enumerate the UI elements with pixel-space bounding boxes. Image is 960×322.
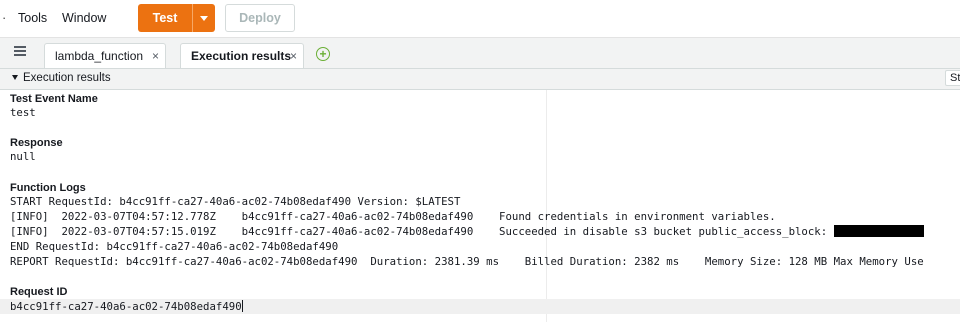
panel-title: Execution results [23, 72, 111, 84]
log-line: REPORT RequestId: b4cc91ff-ca27-40a6-ac0… [10, 255, 924, 268]
menu-window[interactable]: Window [62, 11, 106, 25]
request-id-value[interactable]: b4cc91ff-ca27-40a6-ac02-74b08edaf490 [10, 299, 243, 314]
request-id-label: Request ID [10, 286, 68, 298]
tab-execution-results[interactable]: Execution results × [180, 43, 304, 68]
log-line: [INFO] 2022-03-07T04:57:12.778Z b4cc91ff… [10, 210, 776, 223]
execution-results-header[interactable]: Execution results St [0, 69, 960, 90]
test-event-name-value: test [10, 106, 36, 119]
editor-tab-bar: lambda_function × Execution results × + [0, 38, 960, 69]
function-logs-label: Function Logs [10, 182, 86, 194]
test-button[interactable]: Test [138, 4, 193, 32]
deploy-button[interactable]: Deploy [225, 4, 295, 32]
log-line: [INFO] 2022-03-07T04:57:15.019Z b4cc91ff… [10, 224, 924, 239]
test-options-button[interactable] [193, 4, 215, 32]
log-line-text: [INFO] 2022-03-07T04:57:15.019Z b4cc91ff… [10, 225, 834, 238]
redacted-bucket-name [833, 225, 924, 237]
status-button[interactable]: St [945, 70, 960, 86]
collapse-caret-icon[interactable] [12, 75, 18, 80]
response-label: Response [10, 137, 63, 149]
chevron-down-icon [200, 15, 208, 21]
print-margin-line [546, 90, 547, 322]
tab-label: Execution results [191, 49, 292, 63]
log-line: START RequestId: b4cc91ff-ca27-40a6-ac02… [10, 195, 461, 208]
close-icon[interactable]: × [290, 49, 297, 63]
menu-overflow-dot[interactable]: · [2, 10, 6, 25]
text-cursor [241, 300, 243, 312]
tab-label: lambda_function [55, 49, 144, 63]
test-split-button: Test [138, 4, 215, 32]
request-id-text: b4cc91ff-ca27-40a6-ac02-74b08edaf490 [10, 300, 242, 313]
execution-results-body: Test Event Name test Response null Funct… [0, 90, 960, 322]
test-event-name-label: Test Event Name [10, 93, 98, 105]
tab-lambda-function[interactable]: lambda_function × [44, 43, 166, 68]
list-icon[interactable] [14, 46, 26, 57]
plus-circle-icon[interactable]: + [316, 47, 330, 61]
menu-bar: · Tools Window Test Deploy [0, 0, 960, 38]
log-line: END RequestId: b4cc91ff-ca27-40a6-ac02-7… [10, 240, 339, 253]
response-value: null [10, 150, 36, 163]
menu-tools[interactable]: Tools [18, 11, 47, 25]
close-icon[interactable]: × [152, 49, 159, 63]
